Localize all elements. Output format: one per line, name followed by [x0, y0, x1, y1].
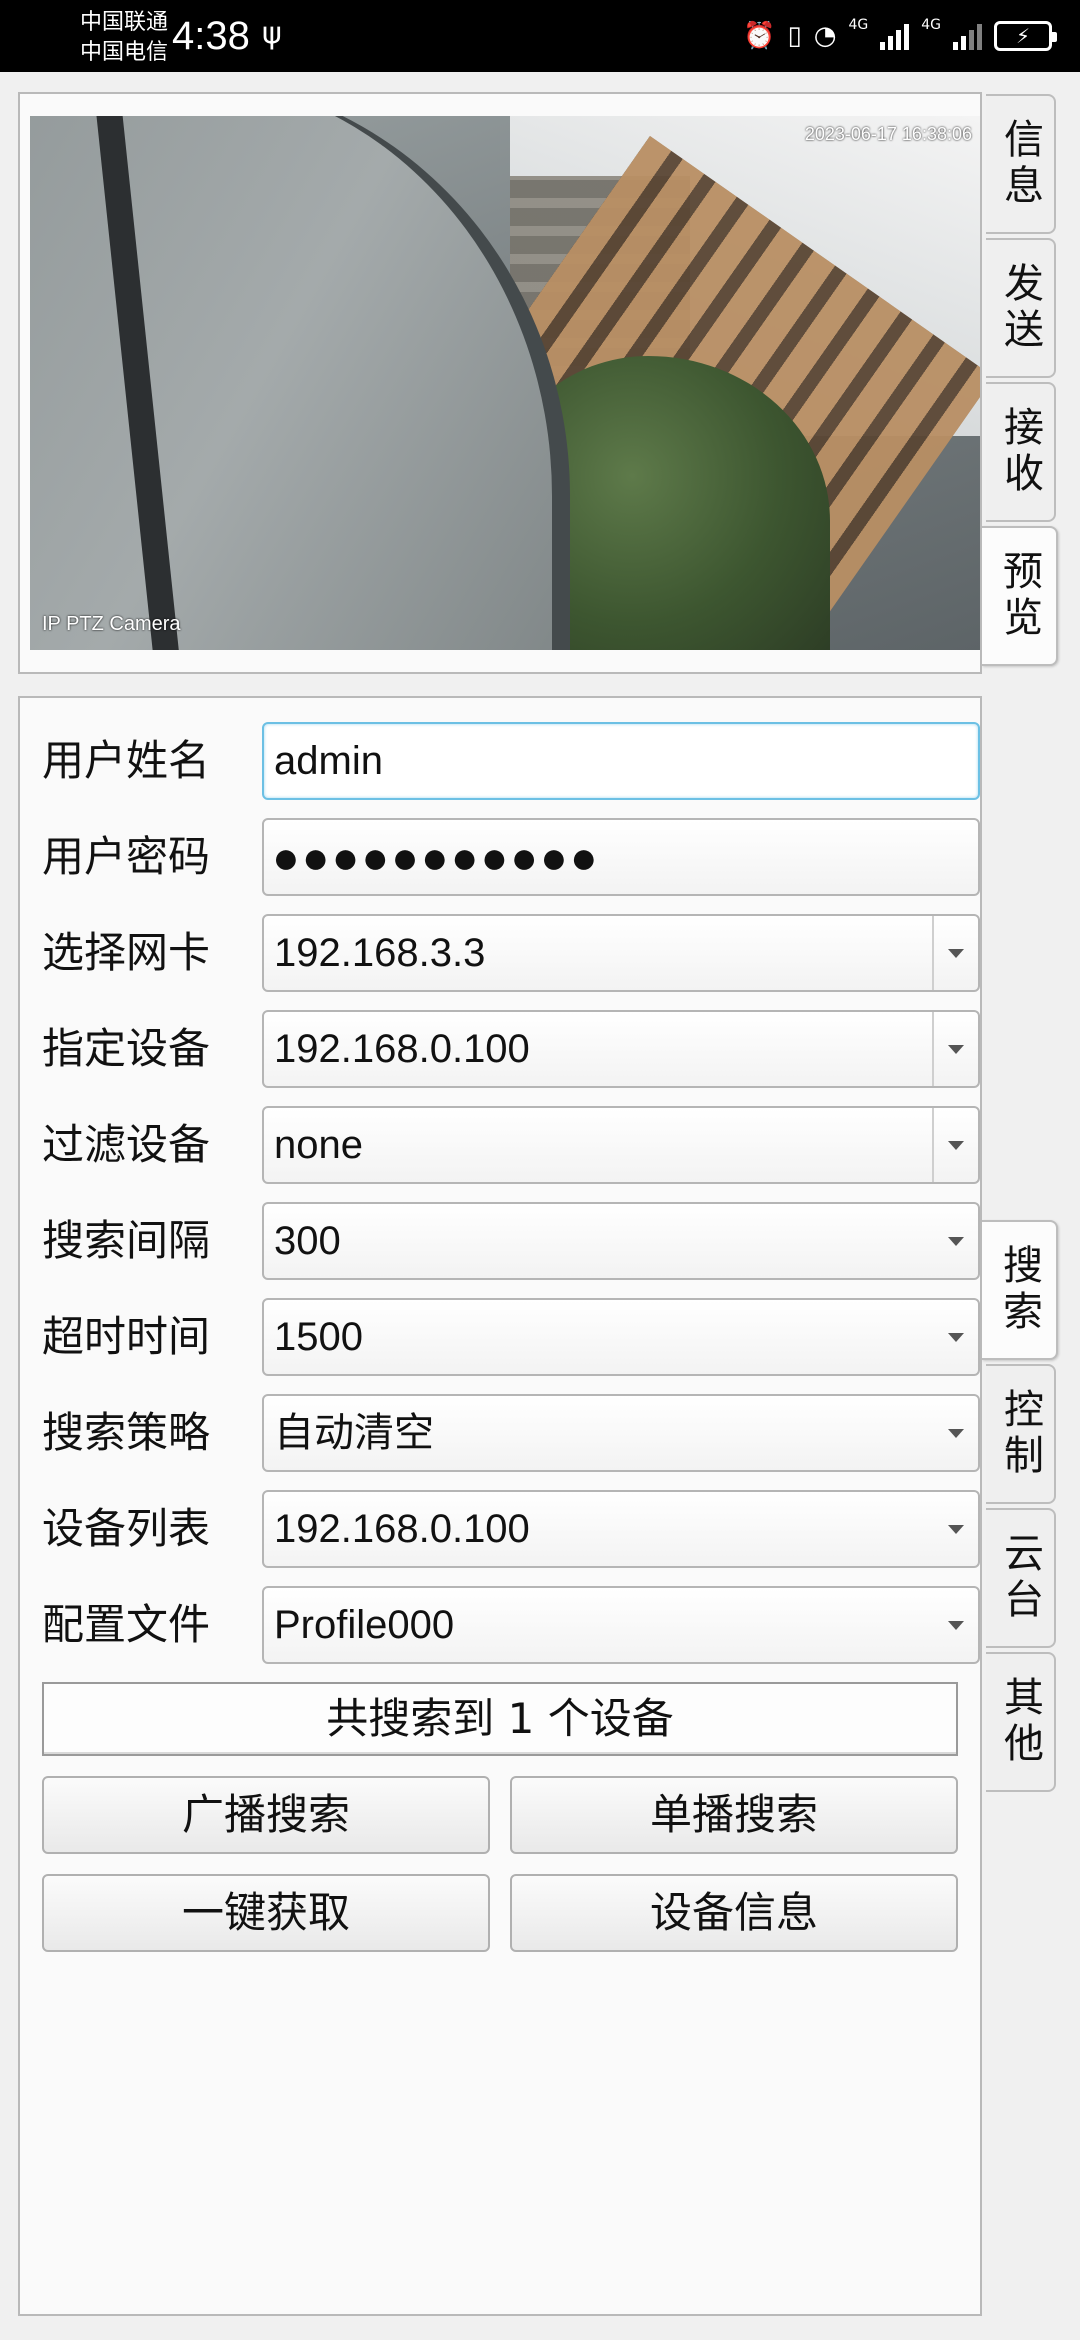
status-icons: ⏰ ▯ ◔ 4G 4G ⚡: [743, 14, 1057, 58]
device-list-row: 设备列表 192.168.0.100: [42, 1490, 982, 1568]
broadcast-search-button[interactable]: 广播搜索: [42, 1776, 490, 1854]
password-label: 用户密码: [42, 832, 211, 881]
signal-icon: [953, 22, 982, 50]
interval-value: 300: [274, 1219, 341, 1263]
alarm-icon: ⏰: [743, 21, 776, 51]
tab-label: 搜索: [996, 1244, 1042, 1336]
interval-select[interactable]: 300: [262, 1202, 980, 1280]
vibrate-icon: ▯: [787, 21, 802, 51]
interval-row: 搜索间隔 300: [42, 1202, 982, 1280]
device-value: 192.168.0.100: [274, 1027, 530, 1071]
tab-label: 信息: [997, 118, 1043, 210]
device-info-button[interactable]: 设备信息: [510, 1874, 958, 1952]
strategy-select[interactable]: 自动清空: [262, 1394, 980, 1472]
battery-charging-icon: ⚡: [994, 21, 1057, 51]
timeout-select[interactable]: 1500: [262, 1298, 980, 1376]
username-row: 用户姓名 admin: [42, 722, 982, 800]
interval-label: 搜索间隔: [42, 1216, 211, 1265]
chevron-down-icon[interactable]: [948, 949, 964, 958]
tab-receive[interactable]: 接收: [986, 382, 1056, 522]
profile-row: 配置文件 Profile000: [42, 1586, 982, 1664]
profile-value: Profile000: [274, 1603, 455, 1647]
strategy-label: 搜索策略: [42, 1408, 211, 1457]
filter-row: 过滤设备 none: [42, 1106, 982, 1184]
device-list-label: 设备列表: [42, 1504, 211, 1553]
tab-preview[interactable]: 预览: [982, 526, 1058, 666]
search-result-count: 共搜索到 1 个设备: [42, 1682, 958, 1756]
username-input[interactable]: admin: [262, 722, 980, 800]
device-label: 指定设备: [42, 1024, 211, 1073]
tab-label: 云台: [997, 1532, 1043, 1624]
preview-panel: 2023-06-17 16:38:06 IP PTZ Camera: [18, 92, 982, 674]
status-bar: 中国联通 中国电信 4:38 ψ ⏰ ▯ ◔ 4G 4G ⚡: [0, 0, 1080, 72]
tab-control[interactable]: 控制: [986, 1364, 1056, 1504]
profile-label: 配置文件: [42, 1600, 211, 1649]
tab-label: 接收: [997, 406, 1043, 498]
timeout-row: 超时时间 1500: [42, 1298, 982, 1376]
password-row: 用户密码 ●●●●●●●●●●●: [42, 818, 982, 896]
chevron-down-icon[interactable]: [948, 1621, 964, 1630]
tab-label: 预览: [996, 550, 1042, 642]
device-combobox[interactable]: 192.168.0.100: [262, 1010, 980, 1088]
network-type-1: 4G: [848, 17, 869, 33]
filter-value: none: [274, 1123, 363, 1167]
chevron-down-icon[interactable]: [948, 1237, 964, 1246]
osd-camera-name: IP PTZ Camera: [42, 613, 181, 635]
carrier-2: 中国电信: [80, 40, 169, 65]
combo-separator: [932, 1108, 934, 1182]
profile-select[interactable]: Profile000: [262, 1586, 980, 1664]
password-input[interactable]: ●●●●●●●●●●●: [262, 818, 980, 896]
chevron-down-icon[interactable]: [948, 1525, 964, 1534]
tab-label: 发送: [997, 262, 1043, 354]
timeout-value: 1500: [274, 1315, 363, 1359]
strategy-value: 自动清空: [274, 1411, 434, 1455]
combo-separator: [932, 1012, 934, 1086]
timeout-label: 超时时间: [42, 1312, 211, 1361]
signal-icon: [880, 22, 910, 50]
nic-combobox[interactable]: 192.168.3.3: [262, 914, 980, 992]
one-click-fetch-button[interactable]: 一键获取: [42, 1874, 490, 1952]
tab-ptz[interactable]: 云台: [986, 1508, 1056, 1648]
carrier-1: 中国联通: [80, 10, 169, 35]
search-panel: 用户姓名 admin 用户密码 ●●●●●●●●●●● 选择网卡 192.168…: [18, 696, 982, 2316]
device-list-select[interactable]: 192.168.0.100: [262, 1490, 980, 1568]
device-row: 指定设备 192.168.0.100: [42, 1010, 982, 1088]
tab-label: 控制: [997, 1388, 1043, 1480]
tab-search[interactable]: 搜索: [982, 1220, 1058, 1360]
status-time: 4:38: [172, 14, 250, 58]
username-value: admin: [274, 739, 383, 783]
carrier-info: 中国联通 中国电信: [80, 8, 168, 68]
device-list-value: 192.168.0.100: [274, 1507, 530, 1551]
combo-separator: [932, 916, 934, 990]
unicast-search-button[interactable]: 单播搜索: [510, 1776, 958, 1854]
filter-combobox[interactable]: none: [262, 1106, 980, 1184]
username-label: 用户姓名: [42, 736, 211, 785]
password-value: ●●●●●●●●●●●: [272, 831, 600, 883]
strategy-row: 搜索策略 自动清空: [42, 1394, 982, 1472]
nic-row: 选择网卡 192.168.3.3: [42, 914, 982, 992]
chevron-down-icon[interactable]: [948, 1141, 964, 1150]
wifi-icon: ◔: [813, 21, 837, 51]
nic-value: 192.168.3.3: [274, 931, 486, 975]
chevron-down-icon[interactable]: [948, 1429, 964, 1438]
chevron-down-icon[interactable]: [948, 1333, 964, 1342]
tab-label: 其他: [997, 1676, 1043, 1768]
chevron-down-icon[interactable]: [948, 1045, 964, 1054]
tab-other[interactable]: 其他: [986, 1652, 1056, 1792]
usb-icon: ψ: [262, 16, 282, 51]
osd-timestamp: 2023-06-17 16:38:06: [804, 124, 972, 144]
network-type-2: 4G: [921, 17, 941, 33]
camera-video-view[interactable]: 2023-06-17 16:38:06 IP PTZ Camera: [30, 116, 980, 650]
tab-send[interactable]: 发送: [986, 238, 1056, 378]
nic-label: 选择网卡: [42, 928, 211, 977]
filter-label: 过滤设备: [42, 1120, 211, 1169]
tab-info[interactable]: 信息: [986, 94, 1056, 234]
